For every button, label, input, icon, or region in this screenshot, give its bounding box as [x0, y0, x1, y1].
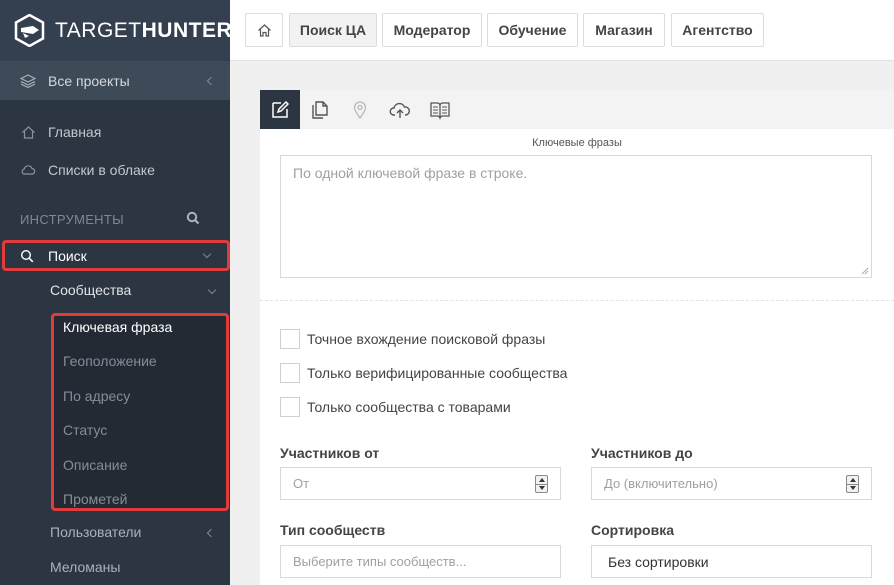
- search-icon[interactable]: [186, 211, 200, 228]
- verified-only-option[interactable]: Только верифицированные сообщества: [280, 363, 567, 383]
- top-navigation: Поиск ЦА Модератор Обучение Магазин Аген…: [230, 0, 894, 61]
- tab-audience-search[interactable]: Поиск ЦА: [289, 13, 377, 47]
- tab-keywords[interactable]: [260, 90, 300, 129]
- book-icon: [430, 101, 450, 120]
- sidebar-item-music-lovers[interactable]: Меломаны: [50, 559, 120, 575]
- sort-value: Без сортировки: [608, 553, 709, 570]
- sort-label: Сортировка: [591, 522, 674, 538]
- community-type-label: Тип сообществ: [280, 522, 386, 538]
- cloud-upload-icon: [389, 102, 410, 118]
- search-option-keyword[interactable]: Ключевая фраза: [63, 319, 172, 335]
- sidebar-item-label: Поиск: [48, 247, 87, 264]
- documents-icon: [312, 100, 328, 119]
- tab-documents[interactable]: [300, 90, 340, 129]
- community-type-placeholder: Выберите типы сообществ...: [293, 554, 467, 569]
- sidebar-item-users[interactable]: Пользователи: [50, 524, 228, 542]
- community-type-select[interactable]: Выберите типы сообществ...: [280, 545, 561, 578]
- tab-moderator[interactable]: Модератор: [382, 13, 482, 47]
- sidebar-item-label: Сообщества: [50, 282, 132, 298]
- search-option-address[interactable]: По адресу: [63, 388, 130, 404]
- brand-logo[interactable]: TARGETHUNTER: [0, 0, 233, 61]
- search-option-geolocation[interactable]: Геоположение: [63, 353, 157, 369]
- tab-training[interactable]: Обучение: [487, 13, 578, 47]
- sidebar-item-search[interactable]: Поиск: [2, 240, 230, 271]
- tab-geolocation[interactable]: [340, 90, 380, 129]
- home-button[interactable]: [245, 13, 283, 47]
- checkbox-label: Только верифицированные сообщества: [307, 365, 568, 381]
- checkbox-label: Только сообщества с товарами: [307, 399, 511, 415]
- tab-upload[interactable]: [380, 90, 420, 129]
- search-icon: [20, 249, 34, 263]
- keywords-label: Ключевые фразы: [532, 137, 622, 149]
- home-icon: [20, 124, 36, 140]
- tab-catalog[interactable]: [420, 90, 460, 129]
- members-from-input[interactable]: От: [280, 467, 561, 500]
- sidebar-item-label: Все проекты: [48, 72, 130, 89]
- location-pin-icon: [353, 100, 367, 119]
- target-hunter-logo-icon: [13, 14, 46, 47]
- keywords-placeholder: По одной ключевой фразе в строке.: [293, 165, 528, 181]
- search-panel: Ключевые фразы По одной ключевой фразе в…: [260, 90, 894, 585]
- sidebar-item-label: Пользователи: [50, 524, 142, 540]
- home-icon: [257, 23, 271, 37]
- sidebar-item-home[interactable]: Главная: [0, 113, 230, 151]
- cloud-icon: [20, 162, 36, 178]
- members-from-label: Участников от: [280, 445, 380, 461]
- with-goods-checkbox[interactable]: [280, 397, 300, 417]
- sidebar-item-all-projects[interactable]: Все проекты: [0, 61, 230, 100]
- number-spinner[interactable]: [535, 475, 548, 493]
- chevron-left-icon: [206, 76, 216, 85]
- checkbox-label: Точное вхождение поисковой фразы: [307, 331, 546, 347]
- layers-icon: [20, 73, 36, 89]
- sort-select[interactable]: Без сортировки: [591, 545, 872, 578]
- mode-tabs: [260, 90, 894, 129]
- exact-match-checkbox[interactable]: [280, 329, 300, 349]
- sidebar-item-communities[interactable]: Сообщества: [50, 282, 228, 300]
- edit-icon: [272, 100, 290, 118]
- tools-section-header: ИНСТРУМЕНТЫ: [0, 199, 230, 239]
- with-goods-option[interactable]: Только сообщества с товарами: [280, 397, 511, 417]
- members-to-placeholder: До (включительно): [604, 476, 718, 491]
- members-to-label: Участников до: [591, 445, 693, 461]
- sidebar-item-label: Меломаны: [50, 559, 121, 575]
- keywords-textarea[interactable]: По одной ключевой фразе в строке.: [280, 155, 872, 278]
- tab-agency[interactable]: Агентство: [671, 13, 764, 47]
- tab-shop[interactable]: Магазин: [583, 13, 665, 47]
- brand-name-thin: TARGET: [55, 18, 142, 42]
- search-option-prometheus[interactable]: Прометей: [63, 491, 127, 507]
- resize-handle-icon[interactable]: [861, 267, 869, 275]
- section-title: ИНСТРУМЕНТЫ: [20, 211, 124, 227]
- brand-name-bold: HUNTER: [141, 18, 233, 42]
- members-to-input[interactable]: До (включительно): [591, 467, 872, 500]
- search-option-status[interactable]: Статус: [63, 422, 107, 438]
- verified-only-checkbox[interactable]: [280, 363, 300, 383]
- chevron-left-icon: [206, 528, 216, 538]
- chevron-down-icon: [202, 250, 212, 259]
- search-options-group: Ключевая фраза Геоположение По адресу Ст…: [51, 313, 229, 511]
- divider: [260, 300, 894, 301]
- exact-match-option[interactable]: Точное вхождение поисковой фразы: [280, 329, 545, 349]
- sidebar: TARGETHUNTER Все проекты Главная Списки …: [0, 0, 233, 585]
- sidebar-item-label: Главная: [48, 124, 102, 140]
- members-from-placeholder: От: [293, 476, 310, 491]
- chevron-down-icon: [207, 285, 217, 295]
- sidebar-item-label: Списки в облаке: [48, 162, 155, 178]
- sidebar-item-cloud-lists[interactable]: Списки в облаке: [0, 151, 230, 189]
- number-spinner[interactable]: [846, 475, 859, 493]
- search-option-description[interactable]: Описание: [63, 457, 127, 473]
